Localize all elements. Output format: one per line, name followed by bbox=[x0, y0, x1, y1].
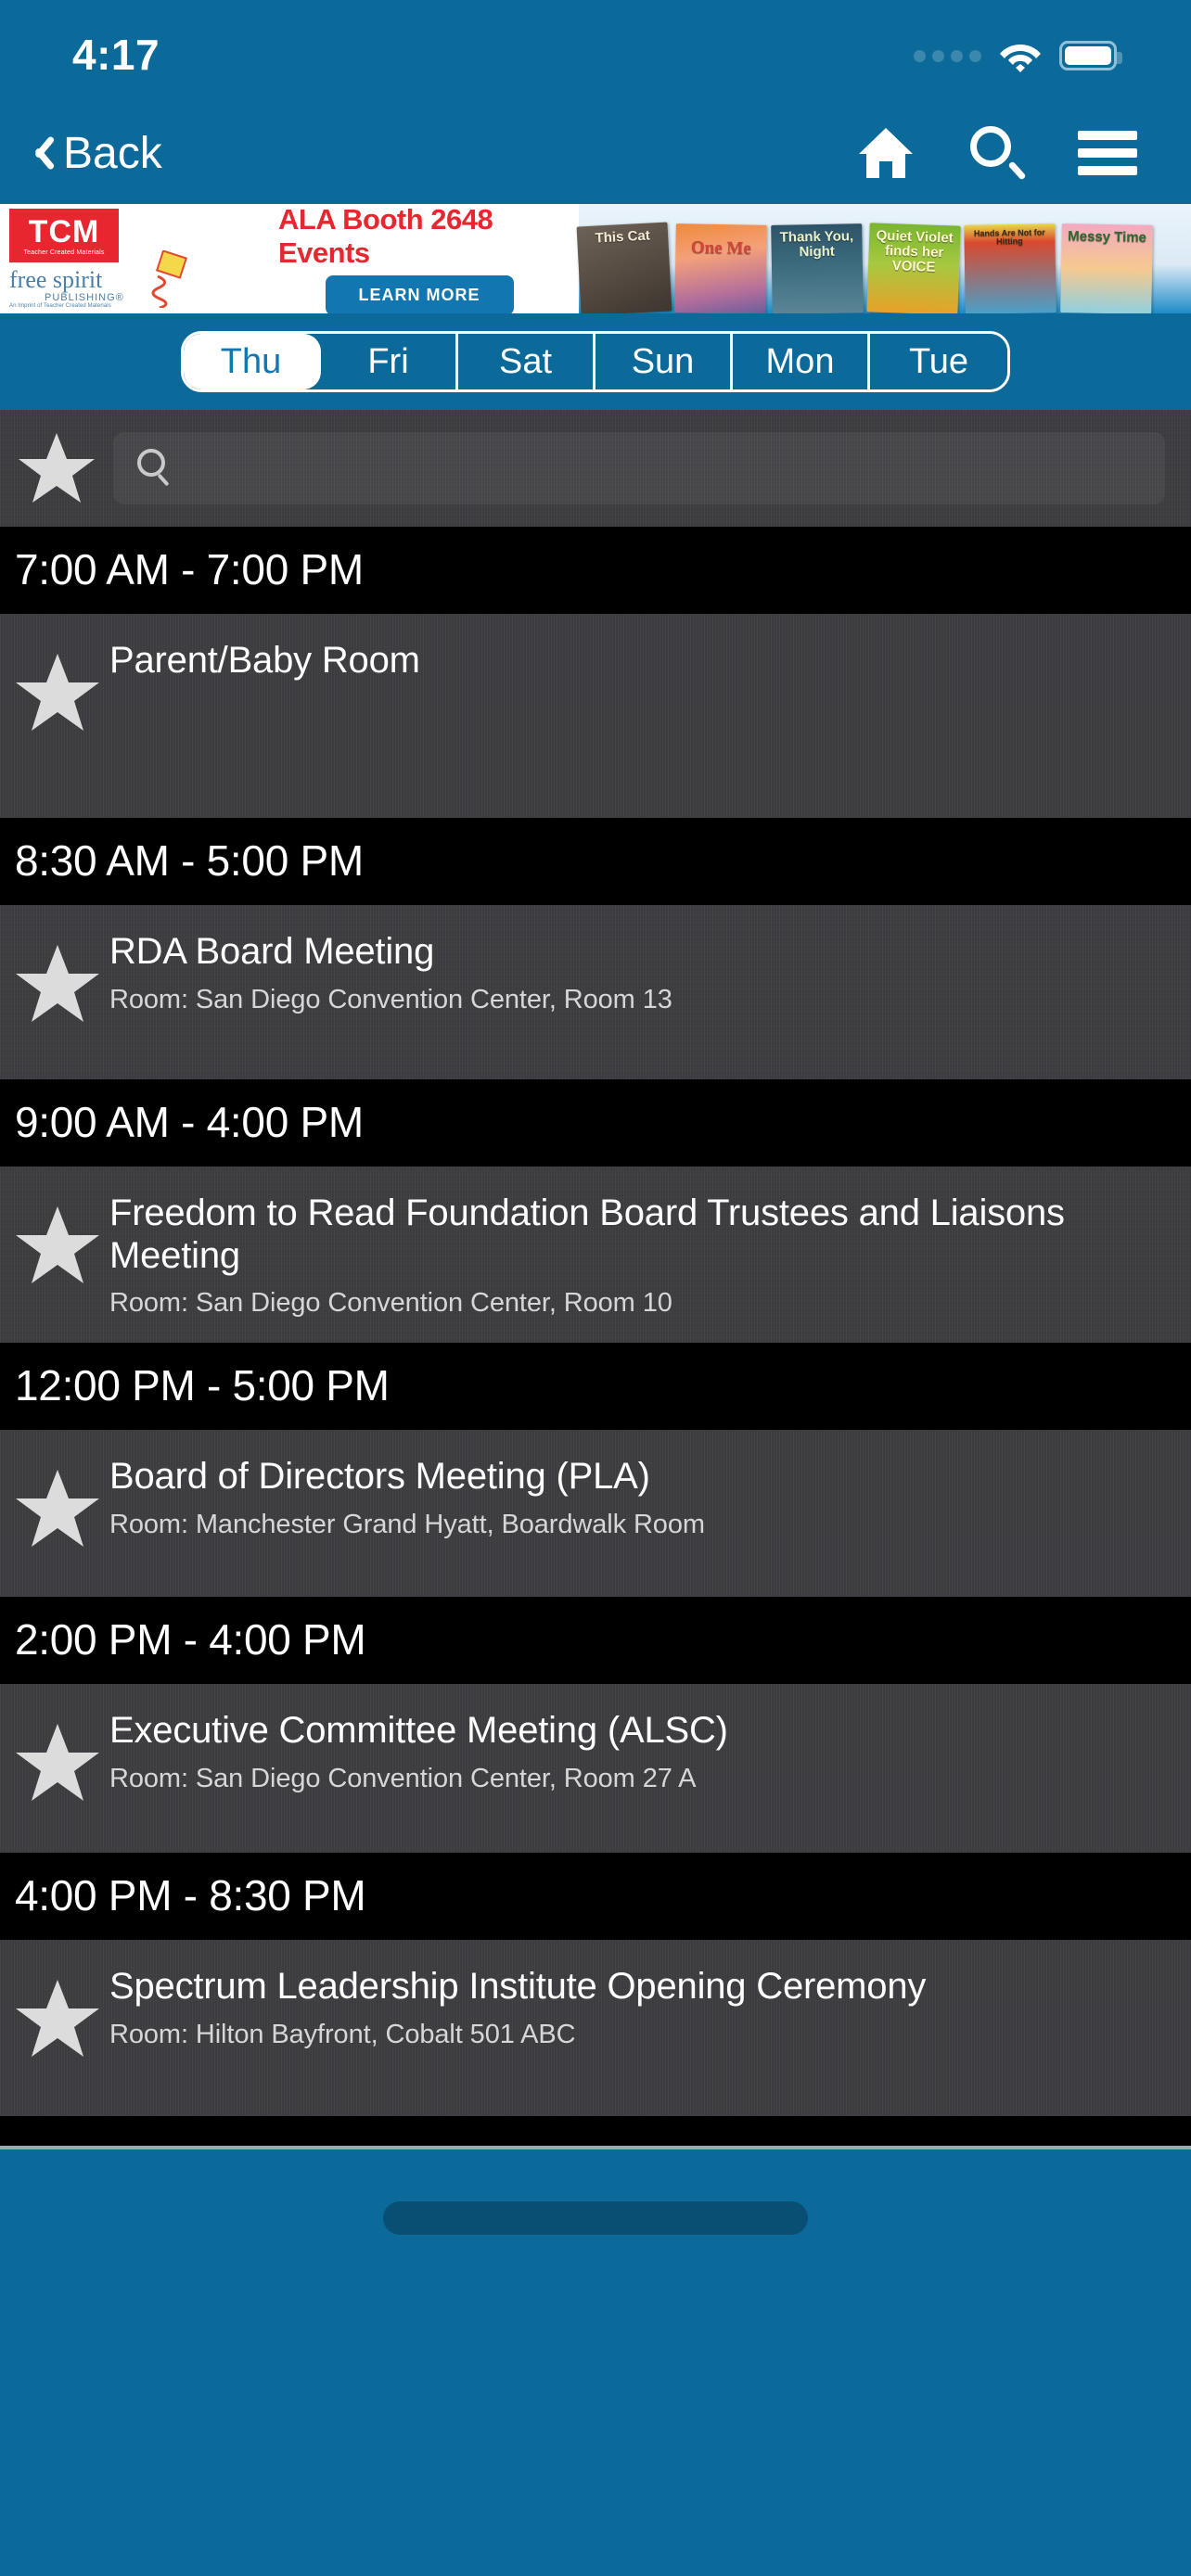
day-selector-bar: Thu Fri Sat Sun Mon Tue bbox=[0, 313, 1191, 410]
navigation-bar: Back bbox=[0, 102, 1191, 204]
day-tab-tue[interactable]: Tue bbox=[870, 334, 1007, 389]
ad-brand-block: TCM Teacher Created Materials free spiri… bbox=[0, 204, 278, 313]
search-icon bbox=[137, 449, 174, 488]
event-details: Board of Directors Meeting (PLA) Room: M… bbox=[109, 1450, 1172, 1540]
book-cover: One Me bbox=[674, 223, 767, 313]
status-bar-indicators bbox=[914, 30, 1122, 72]
time-header: 7:00 AM - 7:00 PM bbox=[0, 527, 1191, 614]
time-header: 12:00 PM - 5:00 PM bbox=[0, 1343, 1191, 1431]
event-favorite-star[interactable] bbox=[13, 1187, 102, 1287]
book-title: This Cat bbox=[595, 227, 651, 247]
back-button[interactable]: Back bbox=[22, 128, 162, 179]
event-favorite-star[interactable] bbox=[13, 1704, 102, 1804]
event-room: Room: San Diego Convention Center, Room … bbox=[109, 1763, 697, 1793]
event-title: Executive Committee Meeting (ALSC) bbox=[109, 1710, 728, 1752]
ad-book-covers: This Cat One Me Thank You, Night Quiet V… bbox=[576, 204, 1191, 313]
event-favorite-star[interactable] bbox=[13, 1450, 102, 1550]
time-header: 4:00 PM - 8:30 PM bbox=[0, 1853, 1191, 1941]
day-tab-mon[interactable]: Mon bbox=[733, 334, 870, 389]
book-title: One Me bbox=[690, 237, 752, 259]
home-icon[interactable] bbox=[857, 126, 915, 180]
bottom-bar bbox=[0, 2149, 1191, 2260]
time-header: 2:00 PM - 4:00 PM bbox=[0, 1597, 1191, 1685]
event-title: Board of Directors Meeting (PLA) bbox=[109, 1456, 650, 1498]
book-cover: Messy Time bbox=[1060, 223, 1153, 313]
ad-message-block: ALA Booth 2648 Events LEARN MORE bbox=[278, 204, 579, 313]
signal-dots-icon bbox=[914, 49, 981, 62]
battery-full-icon bbox=[1059, 41, 1122, 70]
ad-headline: ALA Booth 2648 Events bbox=[278, 204, 493, 269]
event-title: Freedom to Read Foundation Board Trustee… bbox=[109, 1192, 1065, 1276]
event-title: Spectrum Leadership Institute Opening Ce… bbox=[109, 1966, 927, 2008]
event-favorite-star[interactable] bbox=[13, 1960, 102, 2060]
book-title: Messy Time bbox=[1068, 228, 1147, 246]
list-bottom-strip bbox=[0, 2116, 1191, 2147]
search-input[interactable] bbox=[191, 450, 1141, 487]
schedule-list: 7:00 AM - 7:00 PM Parent/Baby Room 8:30 … bbox=[0, 410, 1191, 2150]
wifi-icon bbox=[998, 39, 1043, 72]
search-field[interactable] bbox=[113, 432, 1165, 504]
event-title: Parent/Baby Room bbox=[109, 640, 420, 681]
chevron-left-icon bbox=[22, 132, 50, 174]
book-title: Quiet Violet finds her VOICE bbox=[876, 227, 954, 275]
tcm-logo: TCM Teacher Created Materials bbox=[9, 209, 119, 262]
day-tab-fri[interactable]: Fri bbox=[321, 334, 458, 389]
book-title: Thank You, Night bbox=[779, 228, 854, 261]
day-tab-sat[interactable]: Sat bbox=[458, 334, 596, 389]
event-room: Room: San Diego Convention Center, Room … bbox=[109, 1288, 672, 1319]
event-room: Room: San Diego Convention Center, Room … bbox=[109, 984, 672, 1014]
event-row[interactable]: Spectrum Leadership Institute Opening Ce… bbox=[0, 1940, 1191, 2116]
event-details: Freedom to Read Foundation Board Trustee… bbox=[109, 1187, 1172, 1319]
favorites-filter-button[interactable] bbox=[17, 431, 96, 505]
home-indicator[interactable] bbox=[383, 2201, 808, 2236]
event-title: RDA Board Meeting bbox=[109, 931, 435, 972]
book-cover: Thank You, Night bbox=[771, 223, 864, 313]
status-bar: 4:17 bbox=[0, 0, 1191, 102]
navigation-actions bbox=[857, 126, 1146, 181]
status-bar-clock: 4:17 bbox=[72, 31, 160, 79]
gift-ribbon-icon bbox=[139, 249, 195, 310]
tcm-logo-main: TCM bbox=[28, 213, 100, 249]
event-details: Spectrum Leadership Institute Opening Ce… bbox=[109, 1960, 1172, 2050]
event-details: Executive Committee Meeting (ALSC) Room:… bbox=[109, 1704, 1172, 1794]
tcm-logo-sub: Teacher Created Materials bbox=[23, 249, 105, 256]
day-tab-thu[interactable]: Thu bbox=[184, 334, 321, 389]
back-button-label: Back bbox=[63, 128, 162, 178]
app-screen: 4:17 Back TCM Teacher Created Materials … bbox=[0, 0, 1191, 2576]
event-row[interactable]: Executive Committee Meeting (ALSC) Room:… bbox=[0, 1684, 1191, 1853]
advertisement-banner[interactable]: TCM Teacher Created Materials free spiri… bbox=[0, 204, 1191, 313]
event-row[interactable]: RDA Board Meeting Room: San Diego Conven… bbox=[0, 905, 1191, 1079]
event-room: Room: Hilton Bayfront, Cobalt 501 ABC bbox=[109, 2019, 576, 2049]
event-favorite-star[interactable] bbox=[13, 925, 102, 1026]
day-segmented-control: Thu Fri Sat Sun Mon Tue bbox=[181, 331, 1010, 392]
hamburger-menu-icon[interactable] bbox=[1078, 131, 1137, 175]
day-tab-sun[interactable]: Sun bbox=[596, 334, 733, 389]
event-row[interactable]: Board of Directors Meeting (PLA) Room: M… bbox=[0, 1430, 1191, 1597]
event-room: Room: Manchester Grand Hyatt, Boardwalk … bbox=[109, 1509, 705, 1539]
search-icon[interactable] bbox=[970, 126, 1027, 181]
book-cover: Quiet Violet finds her VOICE bbox=[866, 223, 961, 313]
event-row[interactable]: Freedom to Read Foundation Board Trustee… bbox=[0, 1167, 1191, 1343]
ad-learn-more-button[interactable]: LEARN MORE bbox=[325, 274, 514, 313]
book-cover: This Cat bbox=[576, 222, 672, 313]
time-header: 9:00 AM - 4:00 PM bbox=[0, 1079, 1191, 1167]
event-details: Parent/Baby Room bbox=[109, 634, 1172, 682]
time-header: 8:30 AM - 5:00 PM bbox=[0, 818, 1191, 905]
book-title: Hands Are Not for Hitting bbox=[973, 227, 1045, 247]
event-row[interactable]: Parent/Baby Room bbox=[0, 614, 1191, 818]
event-details: RDA Board Meeting Room: San Diego Conven… bbox=[109, 925, 1172, 1015]
filter-bar bbox=[0, 410, 1191, 527]
book-cover: Hands Are Not for Hitting bbox=[964, 223, 1057, 313]
event-favorite-star[interactable] bbox=[13, 634, 102, 734]
